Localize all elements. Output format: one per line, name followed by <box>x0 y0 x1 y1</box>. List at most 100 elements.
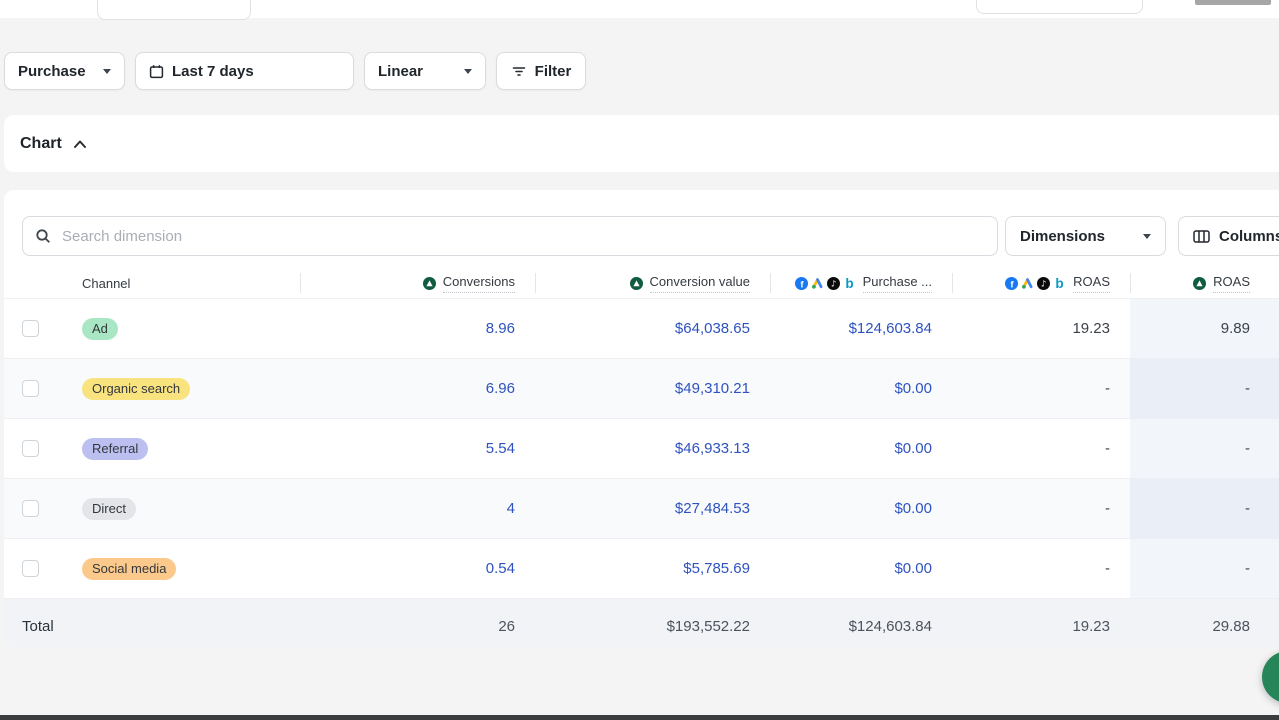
checkbox-cell <box>4 299 58 358</box>
channel-cell: Referral <box>58 419 300 478</box>
metric-link[interactable]: $124,603.84 <box>849 320 932 337</box>
metric-link[interactable]: 6.96 <box>486 380 515 397</box>
conversions-icon <box>1193 277 1206 290</box>
search-dimension-input[interactable] <box>60 227 985 246</box>
svg-text:b: b <box>1056 277 1064 290</box>
column-header-label: ROAS <box>1073 274 1110 293</box>
cutoff-input-left[interactable] <box>97 0 251 20</box>
metric-cell: $0.00 <box>770 479 952 538</box>
metric-link[interactable]: $27,484.53 <box>675 500 750 517</box>
filter-button[interactable]: Filter <box>496 52 586 90</box>
row-checkbox[interactable] <box>22 320 39 337</box>
filter-icon <box>511 63 527 79</box>
metric-value: 9.89 <box>1221 320 1250 337</box>
attribution-dashboard: Purchase Last 7 days Linear Filter Chart <box>0 0 1279 720</box>
metric-value: - <box>1245 500 1250 517</box>
conversion-event-label: Purchase <box>18 63 86 80</box>
checkbox-cell <box>4 359 58 418</box>
metric-cell: - <box>1130 359 1279 418</box>
metric-cell: - <box>952 539 1130 598</box>
metric-link[interactable]: 5.54 <box>486 440 515 457</box>
metric-cell: 19.23 <box>952 299 1130 358</box>
channel-cell: Direct <box>58 479 300 538</box>
conversions-icon <box>423 277 436 290</box>
metric-cell: 4 <box>300 479 535 538</box>
metric-cell: 0.54 <box>300 539 535 598</box>
chat-launcher-button[interactable] <box>1262 651 1279 703</box>
search-icon <box>35 228 51 244</box>
chart-section-title: Chart <box>20 135 62 153</box>
checkbox-cell <box>4 479 58 538</box>
row-checkbox[interactable] <box>22 380 39 397</box>
columns-label: Columns <box>1219 228 1279 245</box>
row-checkbox[interactable] <box>22 500 39 517</box>
metric-link[interactable]: $0.00 <box>894 380 932 397</box>
channel-chip: Direct <box>82 498 136 520</box>
metric-value: - <box>1245 380 1250 397</box>
metric-value: - <box>1245 560 1250 577</box>
column-header-roas[interactable]: f ♪ b ROAS <box>952 268 1130 298</box>
chevron-down-icon <box>103 69 111 74</box>
metric-link[interactable]: $46,933.13 <box>675 440 750 457</box>
table-total-row: Total26$193,552.22$124,603.8419.2329.88 <box>4 599 1279 648</box>
metric-value: - <box>1245 440 1250 457</box>
facebook-icon: f <box>1005 277 1018 290</box>
row-checkbox[interactable] <box>22 560 39 577</box>
attribution-model-dropdown[interactable]: Linear <box>364 52 486 90</box>
metric-value: - <box>1105 440 1110 457</box>
metric-cell: - <box>952 359 1130 418</box>
column-header-channel[interactable]: Channel <box>58 268 300 298</box>
metric-cell: 5.54 <box>300 419 535 478</box>
column-header-label: Purchase ... <box>863 274 932 293</box>
top-strip <box>0 0 1279 18</box>
columns-icon <box>1193 229 1210 244</box>
metric-link[interactable]: $49,310.21 <box>675 380 750 397</box>
channel-cell: Ad <box>58 299 300 358</box>
total-metric-value: $193,552.22 <box>667 618 750 635</box>
total-metric-cell: $193,552.22 <box>535 599 770 648</box>
metric-value: 19.23 <box>1072 320 1110 337</box>
metric-link[interactable]: $0.00 <box>894 440 932 457</box>
metric-link[interactable]: $64,038.65 <box>675 320 750 337</box>
metric-link[interactable]: 8.96 <box>486 320 515 337</box>
metric-cell: - <box>1130 419 1279 478</box>
channel-cell: Social media <box>58 539 300 598</box>
conversion-event-dropdown[interactable]: Purchase <box>4 52 125 90</box>
bottom-window-edge <box>0 715 1279 720</box>
channel-chip: Organic search <box>82 378 190 400</box>
column-header-purchase[interactable]: f♪bPurchase ... <box>770 268 952 298</box>
metric-link[interactable]: $0.00 <box>894 560 932 577</box>
dimensions-dropdown[interactable]: Dimensions <box>1005 216 1166 256</box>
chevron-up-icon[interactable] <box>73 138 87 150</box>
svg-text:♪: ♪ <box>1041 279 1046 289</box>
columns-button[interactable]: Columns <box>1178 216 1279 256</box>
column-header-roas[interactable]: ROAS <box>1130 268 1279 298</box>
header-checkbox-spacer <box>4 268 58 298</box>
google-ads-icon <box>1021 277 1034 290</box>
table-header-row: ChannelConversionsConversion value f ♪ b Pur… <box>4 268 1279 299</box>
metric-link[interactable]: $5,785.69 <box>683 560 750 577</box>
metric-cell: - <box>1130 539 1279 598</box>
dimensions-table-card: Dimensions Columns ChannelConversionsCon… <box>4 190 1279 648</box>
metric-link[interactable]: $0.00 <box>894 500 932 517</box>
facebook-icon: f <box>795 277 808 290</box>
bing-icon: b <box>843 277 856 290</box>
column-header-conversion-value[interactable]: Conversion value <box>535 268 770 298</box>
table-body: Ad 8.96 $64,038.65 $124,603.84 19.23 9.89 Orga… <box>4 299 1279 599</box>
column-header-conversions[interactable]: Conversions <box>300 268 535 298</box>
metric-link[interactable]: 4 <box>507 500 515 517</box>
cutoff-input-right[interactable] <box>976 0 1143 14</box>
date-range-picker[interactable]: Last 7 days <box>135 52 354 90</box>
metric-cell: $0.00 <box>770 419 952 478</box>
channel-chip: Ad <box>82 318 118 340</box>
metric-cell: $64,038.65 <box>535 299 770 358</box>
metric-cell: - <box>952 479 1130 538</box>
search-dimension-box <box>22 216 998 256</box>
channels-table: ChannelConversionsConversion value f ♪ b Pur… <box>4 268 1279 648</box>
metric-cell: $27,484.53 <box>535 479 770 538</box>
chart-section-card: Chart <box>4 115 1279 172</box>
metric-cell: $0.00 <box>770 359 952 418</box>
table-row-ad: Ad 8.96 $64,038.65 $124,603.84 19.23 9.89 <box>4 299 1279 359</box>
row-checkbox[interactable] <box>22 440 39 457</box>
metric-link[interactable]: 0.54 <box>486 560 515 577</box>
